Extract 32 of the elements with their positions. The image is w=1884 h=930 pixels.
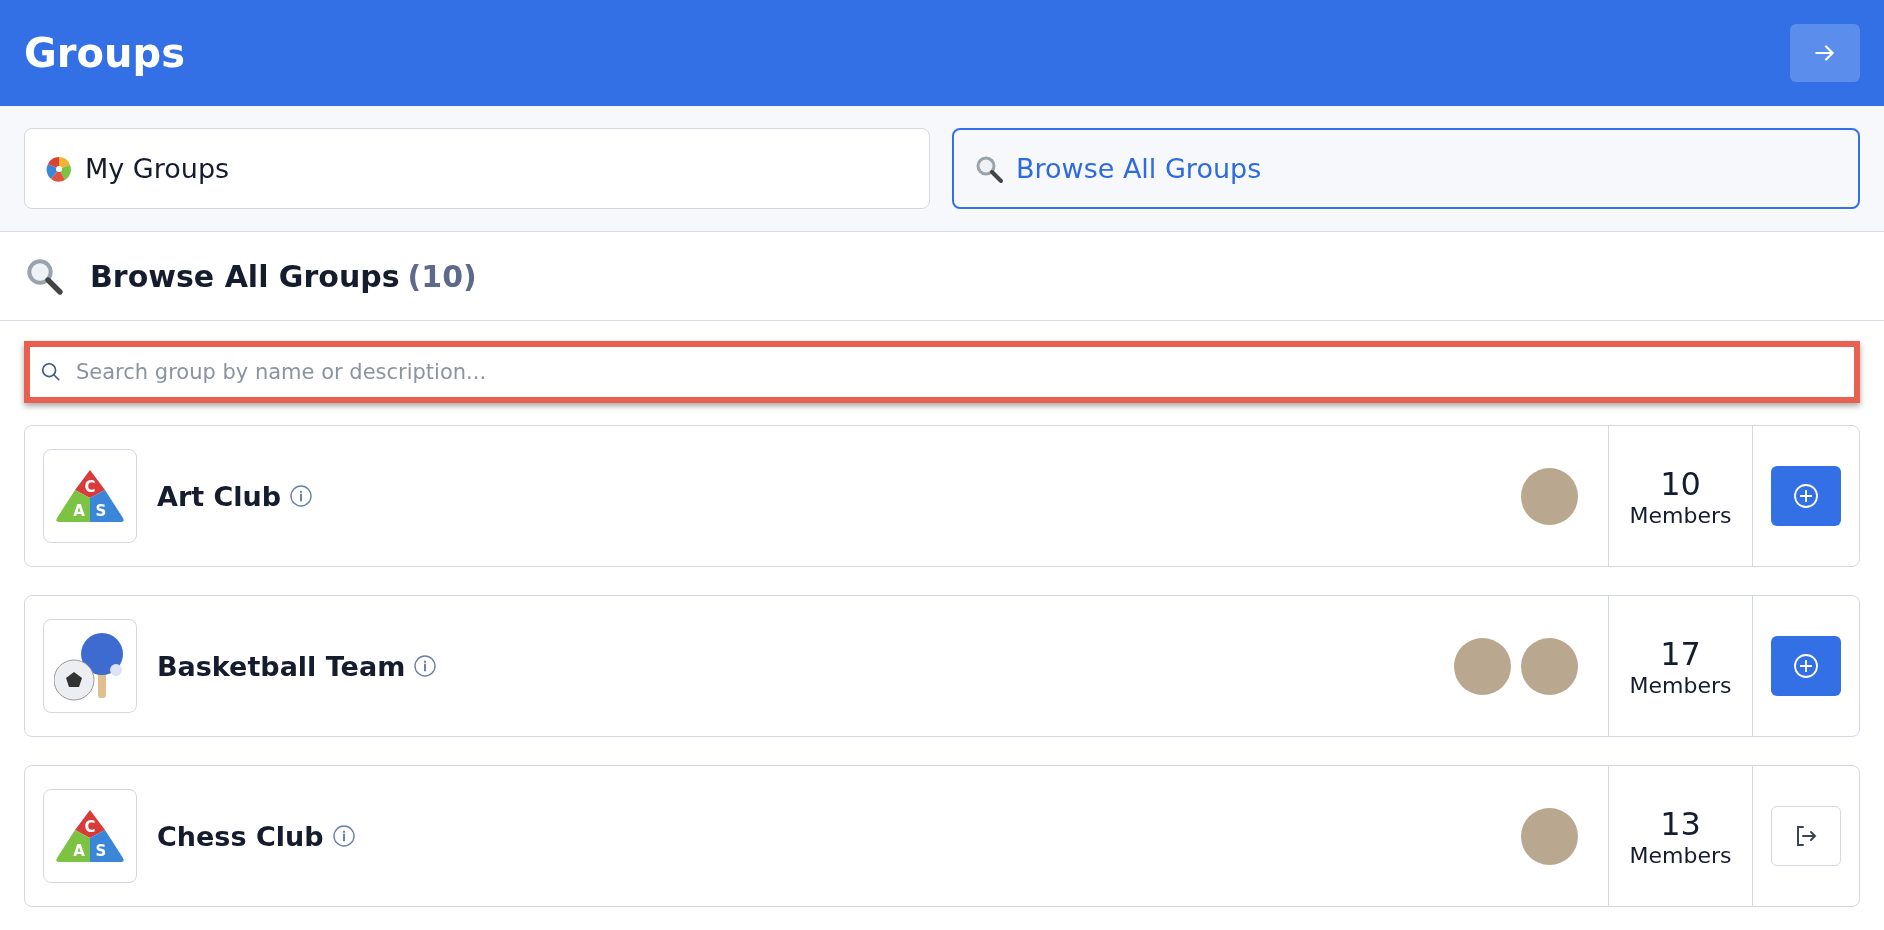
leave-button[interactable] [1771, 806, 1841, 866]
plus-circle-icon [1793, 483, 1819, 509]
search-field[interactable]: Search group by name or description... [24, 341, 1860, 403]
triangle-logo: C A S [55, 808, 125, 864]
pie-icon [45, 154, 73, 183]
member-count: 13 [1660, 804, 1701, 843]
info-icon[interactable] [289, 484, 314, 508]
group-count: (10) [407, 258, 477, 294]
tab[interactable]: My Groups [24, 128, 930, 209]
member-count: 17 [1660, 634, 1701, 673]
info-icon[interactable] [331, 824, 356, 848]
info-icon[interactable] [413, 654, 438, 678]
plus-circle-icon [1793, 653, 1819, 679]
magnifier-icon [24, 256, 64, 296]
avatar-photo [1521, 807, 1578, 865]
triangle-logo: C A S [55, 468, 125, 524]
group-name: Basketball Team [157, 650, 406, 682]
member-label: Members [1629, 672, 1732, 698]
avatar-photo [1521, 637, 1578, 695]
member-count: 10 [1660, 464, 1701, 503]
member-label: Members [1629, 842, 1732, 868]
tab[interactable]: Browse All Groups [952, 128, 1860, 209]
section-title: Browse All Groups [90, 258, 400, 294]
avatar-photo [1521, 467, 1578, 525]
group-name: Chess Club [157, 820, 324, 852]
member-label: Members [1629, 502, 1732, 528]
join-button[interactable] [1771, 466, 1841, 526]
group-name: Art Club [157, 480, 282, 512]
avatar-photo [1454, 637, 1511, 695]
page-title: Groups [24, 30, 185, 76]
join-button[interactable] [1771, 636, 1841, 696]
ball-and-paddle-icon [54, 630, 126, 702]
